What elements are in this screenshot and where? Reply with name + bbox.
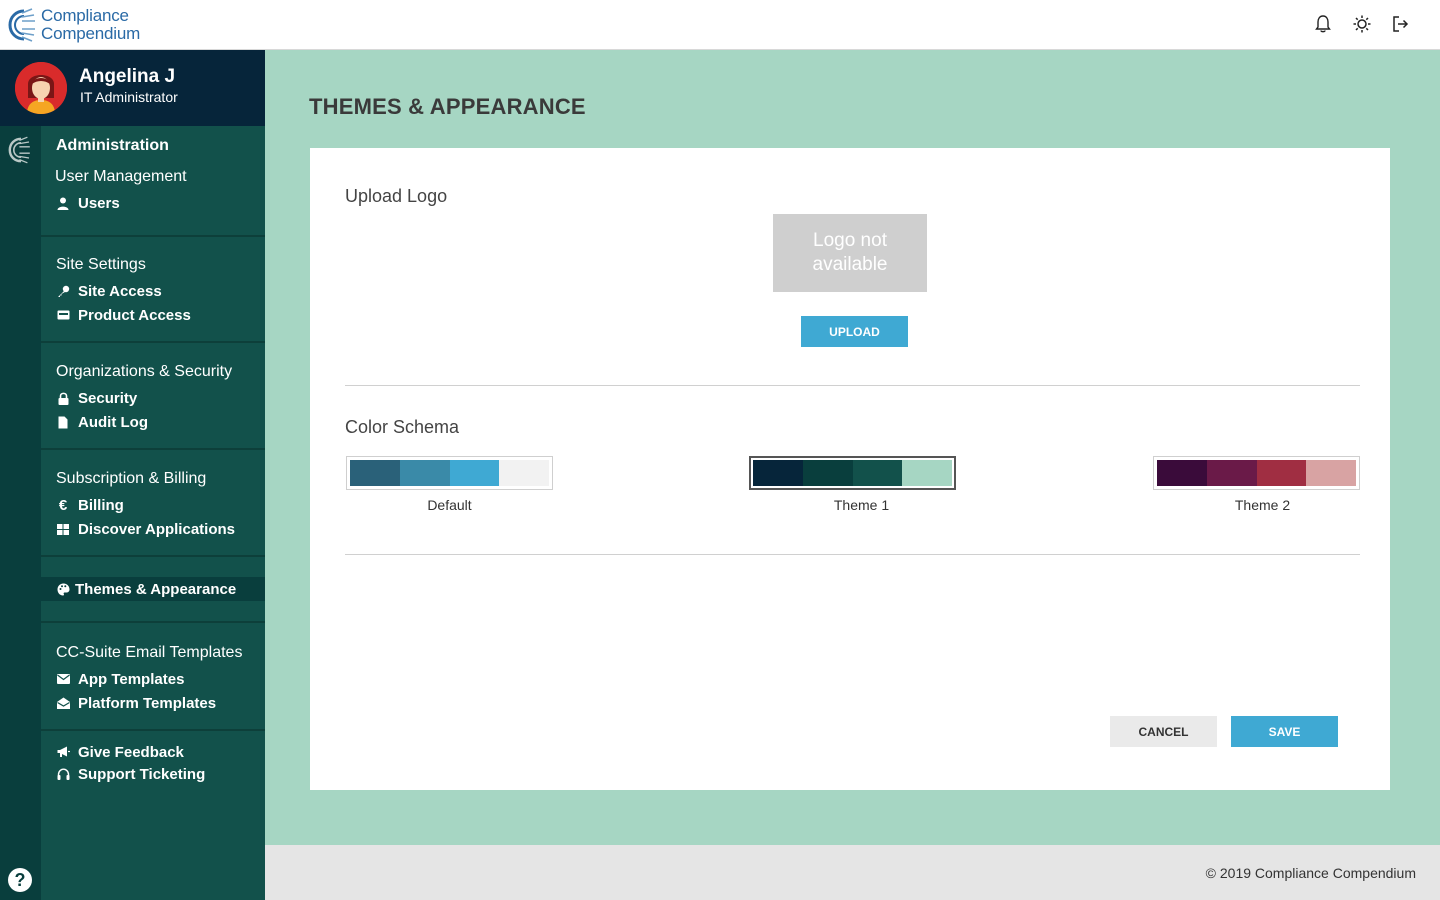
bell-icon[interactable] — [1313, 13, 1332, 35]
sidebar-item-billing[interactable]: € Billing — [56, 493, 265, 517]
envelope-icon — [56, 672, 70, 686]
color-swatch-4 — [1306, 460, 1356, 486]
section-divider — [345, 385, 1360, 386]
top-bar: Compliance Compendium — [0, 0, 1440, 50]
sidebar-item-label: Audit Log — [78, 413, 148, 431]
cancel-button[interactable]: CANCEL — [1110, 716, 1217, 747]
color-swatch-3 — [449, 460, 500, 486]
nav-group-themes: Themes & Appearance — [41, 557, 265, 623]
sidebar-nav: Administration User Management Users Sit… — [41, 126, 265, 795]
color-swatch-2 — [1206, 460, 1257, 486]
sidebar-item-label: Security — [78, 389, 138, 407]
headset-icon — [56, 767, 70, 781]
sidebar-rail: ? — [0, 126, 41, 900]
sidebar-item-users[interactable]: Users — [56, 191, 265, 215]
card-icon — [56, 308, 70, 322]
document-icon — [56, 415, 70, 429]
user-role: IT Administrator — [80, 89, 178, 105]
upload-button[interactable]: UPLOAD — [801, 316, 908, 347]
color-swatch-2 — [802, 460, 853, 486]
color-swatch-4 — [499, 460, 549, 486]
user-name: Angelina J — [79, 66, 176, 87]
main-content: THEMES & APPEARANCE Upload Logo Logo not… — [265, 50, 1440, 845]
color-swatch-4 — [902, 460, 952, 486]
color-scheme-label: Theme 1 — [833, 497, 890, 513]
nav-group-title: Organizations & Security — [56, 363, 233, 380]
sidebar-item-label: Product Access — [78, 306, 191, 324]
nav-group-email-templates: CC-Suite Email Templates App Templates P… — [41, 623, 265, 731]
rail-logo-icon — [8, 136, 30, 164]
sidebar-item-label: Give Feedback — [78, 743, 184, 761]
brand-logo[interactable]: Compliance Compendium — [8, 5, 140, 45]
color-schema-title: Color Schema — [345, 417, 460, 437]
brand-name-line2: Compendium — [41, 24, 141, 43]
nav-group-organizations-security: Organizations & Security Security Audit … — [41, 343, 265, 450]
sidebar-item-label: Billing — [78, 496, 124, 514]
color-swatch-1 — [1157, 460, 1207, 486]
nav-group-title: CC-Suite Email Templates — [56, 644, 243, 661]
color-scheme-label: Theme 2 — [1234, 497, 1291, 513]
help-button[interactable]: ? — [8, 868, 32, 892]
sidebar-item-label: App Templates — [78, 670, 185, 688]
nav-group-title: Site Settings — [56, 256, 146, 273]
nav-group-title: Subscription & Billing — [56, 470, 207, 487]
themes-card: Upload Logo Logo not available UPLOAD Co… — [310, 148, 1390, 790]
nav-subgroup-title: User Management — [55, 168, 187, 185]
upload-logo-title: Upload Logo — [345, 186, 448, 206]
color-swatch-1 — [753, 460, 803, 486]
footer: © 2019 Compliance Compendium — [265, 845, 1440, 900]
sidebar-item-themes-appearance[interactable]: Themes & Appearance — [41, 577, 265, 601]
euro-icon: € — [58, 496, 68, 514]
sidebar-item-label: Discover Applications — [78, 520, 235, 538]
sidebar-item-label: Site Access — [78, 282, 162, 300]
color-scheme-label: Default — [427, 497, 472, 513]
sidebar-item-product-access[interactable]: Product Access — [56, 303, 265, 327]
page-title: THEMES & APPEARANCE — [309, 94, 586, 119]
user-profile: Angelina J IT Administrator — [0, 50, 265, 126]
brand-name-line1: Compliance — [41, 6, 129, 25]
nav-group-support: Give Feedback Support Ticketing — [41, 731, 265, 795]
grid-icon — [56, 522, 70, 536]
sidebar-item-discover-applications[interactable]: Discover Applications — [56, 517, 265, 541]
save-button[interactable]: SAVE — [1231, 716, 1338, 747]
sidebar-item-site-access[interactable]: Site Access — [56, 279, 265, 303]
lock-icon — [56, 391, 70, 405]
sidebar-item-audit-log[interactable]: Audit Log — [56, 410, 265, 434]
nav-group-site-settings: Site Settings Site Access Product Access — [41, 237, 265, 343]
color-swatch-1 — [350, 460, 400, 486]
sidebar-item-label: Platform Templates — [78, 694, 217, 712]
color-scheme-theme-2[interactable] — [1153, 456, 1360, 490]
brand-name: Compliance Compendium — [41, 7, 140, 43]
nav-group-title: Administration — [56, 137, 169, 154]
megaphone-icon — [56, 745, 70, 759]
avatar[interactable] — [15, 62, 67, 114]
header-actions — [1313, 13, 1410, 35]
sidebar-item-platform-templates[interactable]: Platform Templates — [56, 691, 265, 715]
section-divider — [345, 554, 1360, 555]
sidebar: Angelina J IT Administrator ? Administra… — [0, 50, 265, 900]
nav-group-administration: Administration User Management Users — [41, 126, 265, 237]
sidebar-item-label: Users — [78, 194, 120, 212]
logout-icon[interactable] — [1391, 13, 1410, 35]
color-scheme-default[interactable] — [346, 456, 553, 490]
envelope-open-icon — [56, 696, 70, 710]
copyright-text: © 2019 Compliance Compendium — [1205, 865, 1416, 881]
palette-icon — [56, 582, 70, 596]
user-icon — [56, 196, 70, 210]
sidebar-item-security[interactable]: Security — [56, 386, 265, 410]
sidebar-item-give-feedback[interactable]: Give Feedback — [56, 741, 265, 763]
brand-mark-icon — [8, 8, 35, 42]
key-icon — [56, 284, 70, 298]
color-swatch-3 — [852, 460, 903, 486]
sun-icon[interactable] — [1352, 13, 1371, 35]
logo-placeholder: Logo not available — [773, 214, 927, 292]
color-swatch-2 — [399, 460, 450, 486]
sidebar-item-label: Support Ticketing — [78, 765, 206, 783]
color-swatch-3 — [1256, 460, 1307, 486]
nav-group-subscription-billing: Subscription & Billing € Billing Discove… — [41, 450, 265, 557]
sidebar-item-label: Themes & Appearance — [75, 580, 237, 598]
sidebar-item-app-templates[interactable]: App Templates — [56, 667, 265, 691]
sidebar-item-support-ticketing[interactable]: Support Ticketing — [56, 763, 265, 785]
color-scheme-theme-1[interactable] — [749, 456, 956, 490]
